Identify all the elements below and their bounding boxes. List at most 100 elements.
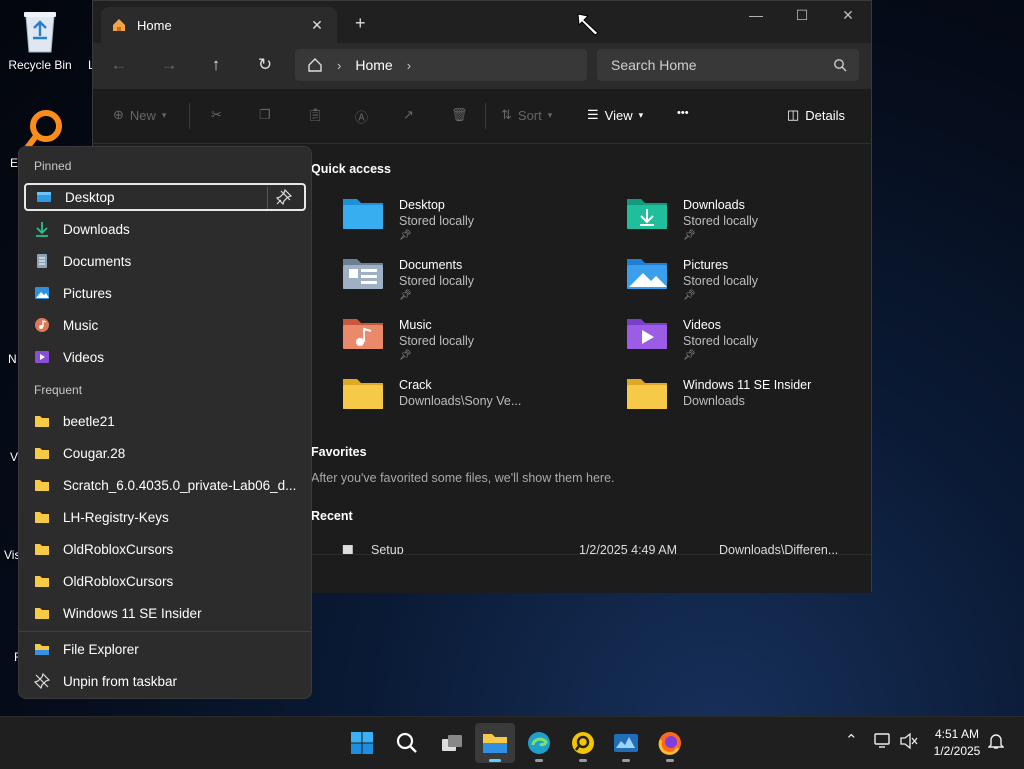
search-icon — [834, 59, 847, 72]
command-bar: ⊕ New ▾ ✂ ❐ 📋︎ Ⓐ ↗ 🗑︎ ⇅ Sort ▾ ☰ View ▾ … — [93, 89, 871, 144]
task-view-button[interactable] — [432, 723, 472, 763]
more-options-icon[interactable]: ••• — [677, 107, 689, 119]
jumplist-frequent-item[interactable]: OldRobloxCursors — [24, 535, 306, 563]
view-label: View — [604, 107, 633, 123]
divider — [19, 631, 311, 632]
chevron-down-icon: ▾ — [547, 109, 553, 120]
folder-icon — [35, 448, 49, 459]
taskbar-app-blue[interactable] — [606, 723, 646, 763]
taskbar-firefox[interactable] — [650, 723, 690, 763]
quick-access-item[interactable]: Crack Downloads\Sony Ve... — [341, 377, 521, 411]
search-icon — [396, 732, 417, 753]
jumplist-item-label: Music — [63, 317, 99, 333]
taskbar-file-explorer[interactable] — [475, 723, 515, 763]
view-button[interactable]: ☰ View ▾ — [587, 107, 643, 123]
item-location: Downloads — [683, 394, 745, 408]
jumplist-item-label: Documents — [63, 253, 132, 269]
minimize-button[interactable]: — — [733, 7, 779, 23]
taskbar-search-button[interactable] — [387, 723, 427, 763]
taskbar-edge[interactable] — [519, 723, 559, 763]
quick-access-item[interactable]: Videos Stored locally 📌︎ — [625, 317, 758, 363]
title-bar[interactable]: Home ✕ + — ☐ ✕ — [93, 1, 871, 43]
unpin-from-taskbar-action[interactable]: Unpin from taskbar — [24, 667, 306, 695]
tab-close-icon[interactable]: ✕ — [307, 17, 327, 34]
quick-access-item[interactable]: Desktop Stored locally 📌︎ — [341, 197, 474, 243]
table-row[interactable]: ▆ Setup 1/2/2025 4:49 AM Downloads\Diffe… — [341, 541, 861, 555]
details-label: Details — [805, 107, 846, 123]
start-icon — [351, 732, 373, 754]
unpin-icon[interactable] — [267, 187, 300, 209]
jumplist-frequent-item[interactable]: LH-Registry-Keys — [24, 503, 306, 531]
network-icon[interactable] — [874, 733, 892, 749]
jumplist-item-documents[interactable]: Documents — [24, 247, 306, 275]
sort-icon: ⇅ — [501, 107, 512, 122]
item-location: Stored locally — [683, 214, 759, 228]
taskbar-app-orange[interactable] — [563, 723, 603, 763]
maximize-button[interactable]: ☐ — [779, 7, 825, 24]
delete-icon[interactable]: 🗑︎ — [451, 107, 468, 123]
quick-access-item[interactable]: Downloads Stored locally 📌︎ — [625, 197, 758, 243]
taskbar: ⌃ 4:51 AM 1/2/2025 — [0, 716, 1024, 769]
jumplist-frequent-item[interactable]: Windows 11 SE Insider — [24, 599, 306, 627]
downloads-folder-icon — [627, 199, 667, 229]
address-bar[interactable]: › Home › — [295, 49, 587, 81]
new-tab-button[interactable]: + — [355, 13, 366, 34]
folder-icon — [35, 576, 49, 587]
system-clock[interactable]: 4:51 AM 1/2/2025 — [926, 726, 988, 760]
details-pane-icon: ◫ — [787, 107, 800, 122]
recycle-bin-shortcut[interactable]: Recycle Bin — [2, 6, 78, 72]
quick-access-item[interactable]: Music Stored locally 📌︎ — [341, 317, 474, 363]
quick-access-item[interactable]: Windows 11 SE Insider Downloads — [625, 377, 811, 411]
clock-date: 1/2/2025 — [933, 744, 981, 758]
favorites-title: Favorites — [311, 445, 367, 459]
chevron-up-icon[interactable]: ⌃ — [845, 731, 858, 749]
volume-muted-icon[interactable] — [900, 733, 918, 749]
rename-icon[interactable]: Ⓐ — [355, 107, 368, 126]
share-icon[interactable]: ↗ — [403, 107, 414, 123]
folder-icon — [627, 379, 667, 409]
pin-icon: 📌︎ — [683, 350, 696, 361]
cut-icon[interactable]: ✂ — [211, 107, 222, 123]
search-input[interactable]: Search Home — [597, 49, 859, 81]
new-button[interactable]: ⊕ New ▾ — [113, 107, 166, 123]
notification-bell-icon[interactable] — [988, 732, 1004, 750]
edge-icon — [528, 732, 550, 754]
running-indicator — [489, 759, 501, 762]
document-icon — [37, 254, 47, 268]
jumplist-frequent-item[interactable]: Cougar.28 — [24, 439, 306, 467]
jumplist-item-desktop[interactable]: Desktop — [24, 183, 306, 211]
details-button[interactable]: ◫ Details — [787, 107, 845, 123]
paste-icon[interactable]: 📋︎ — [307, 107, 324, 123]
pin-icon: 📌︎ — [683, 290, 696, 301]
item-location: Stored locally — [683, 334, 759, 348]
jumplist-item-label: File Explorer — [63, 641, 139, 657]
quick-access-item[interactable]: Pictures Stored locally 📌︎ — [625, 257, 758, 303]
quick-access-item[interactable]: Documents Stored locally 📌︎ — [341, 257, 474, 303]
jumplist-item-videos[interactable]: Videos — [24, 343, 306, 371]
jumplist-frequent-item[interactable]: OldRobloxCursors — [24, 567, 306, 595]
pin-icon: 📌︎ — [399, 290, 412, 301]
back-arrow-icon[interactable]: ← — [107, 55, 131, 79]
pinned-header: Pinned — [34, 159, 72, 173]
sort-button[interactable]: ⇅ Sort ▾ — [501, 107, 552, 123]
pictures-icon — [35, 287, 49, 299]
breadcrumb-home[interactable]: Home — [355, 57, 392, 73]
jumplist-frequent-item[interactable]: beetle21 — [24, 407, 306, 435]
start-button[interactable] — [342, 723, 382, 763]
chevron-right-icon[interactable]: › — [407, 58, 411, 73]
jumplist-item-pictures[interactable]: Pictures — [24, 279, 306, 307]
forward-arrow-icon[interactable]: → — [157, 55, 181, 79]
jumplist-frequent-item[interactable]: Scratch_6.0.4035.0_private-Lab06_d... — [24, 471, 306, 499]
open-file-explorer-action[interactable]: File Explorer — [24, 635, 306, 663]
jumplist-item-label: OldRobloxCursors — [63, 573, 174, 589]
tab-home[interactable]: Home ✕ — [101, 7, 337, 43]
close-button[interactable]: ✕ — [825, 7, 871, 24]
folder-icon — [35, 608, 49, 619]
jumplist-item-music[interactable]: Music — [24, 311, 306, 339]
item-name: Videos — [683, 318, 721, 332]
recycle-bin-icon — [24, 12, 56, 53]
jumplist-item-downloads[interactable]: Downloads — [24, 215, 306, 243]
copy-icon[interactable]: ❐ — [259, 107, 271, 123]
refresh-icon[interactable]: ↻ — [253, 55, 277, 79]
up-arrow-icon[interactable]: ↑ — [204, 55, 228, 79]
